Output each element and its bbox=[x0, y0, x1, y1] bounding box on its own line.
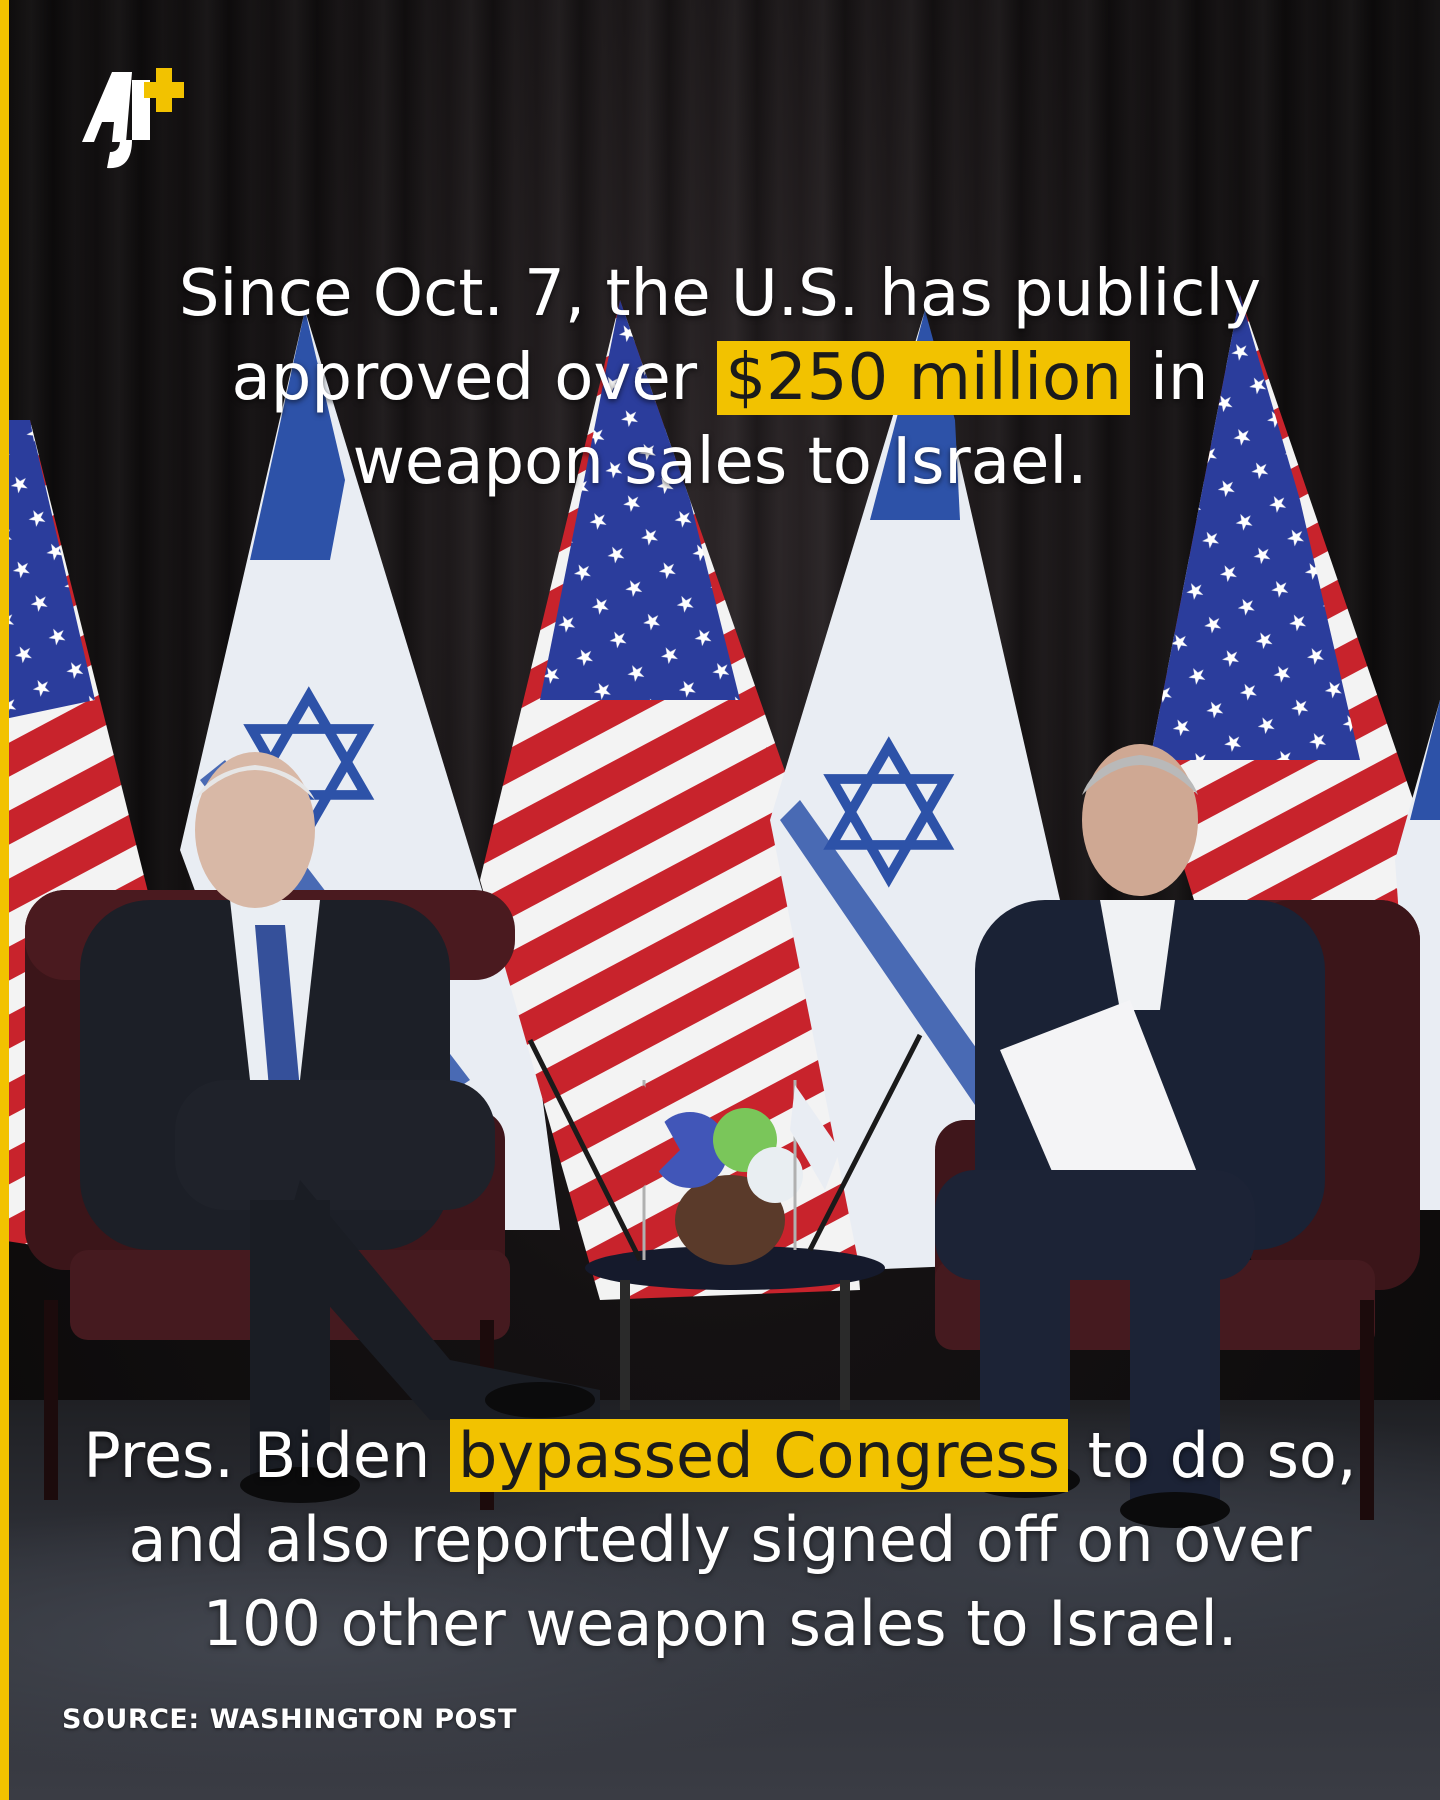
star-of-david-icon: ✡ bbox=[805, 700, 973, 933]
aj-plus-logo bbox=[82, 68, 184, 169]
headline-highlight: $250 million bbox=[717, 341, 1130, 415]
headline-text: Since Oct. 7, the U.S. has publicly appr… bbox=[120, 252, 1320, 504]
caption-part-1: Pres. Biden bbox=[83, 1419, 450, 1492]
caption-highlight: bypassed Congress bbox=[449, 1419, 1068, 1492]
source-credit: SOURCE: WASHINGTON POST bbox=[62, 1704, 517, 1735]
accent-side-bar bbox=[0, 0, 9, 1800]
photo-background: ★ ✡ ✡ bbox=[0, 0, 1440, 1800]
caption-text: Pres. Biden bypassed Congress to do so, … bbox=[60, 1414, 1380, 1666]
